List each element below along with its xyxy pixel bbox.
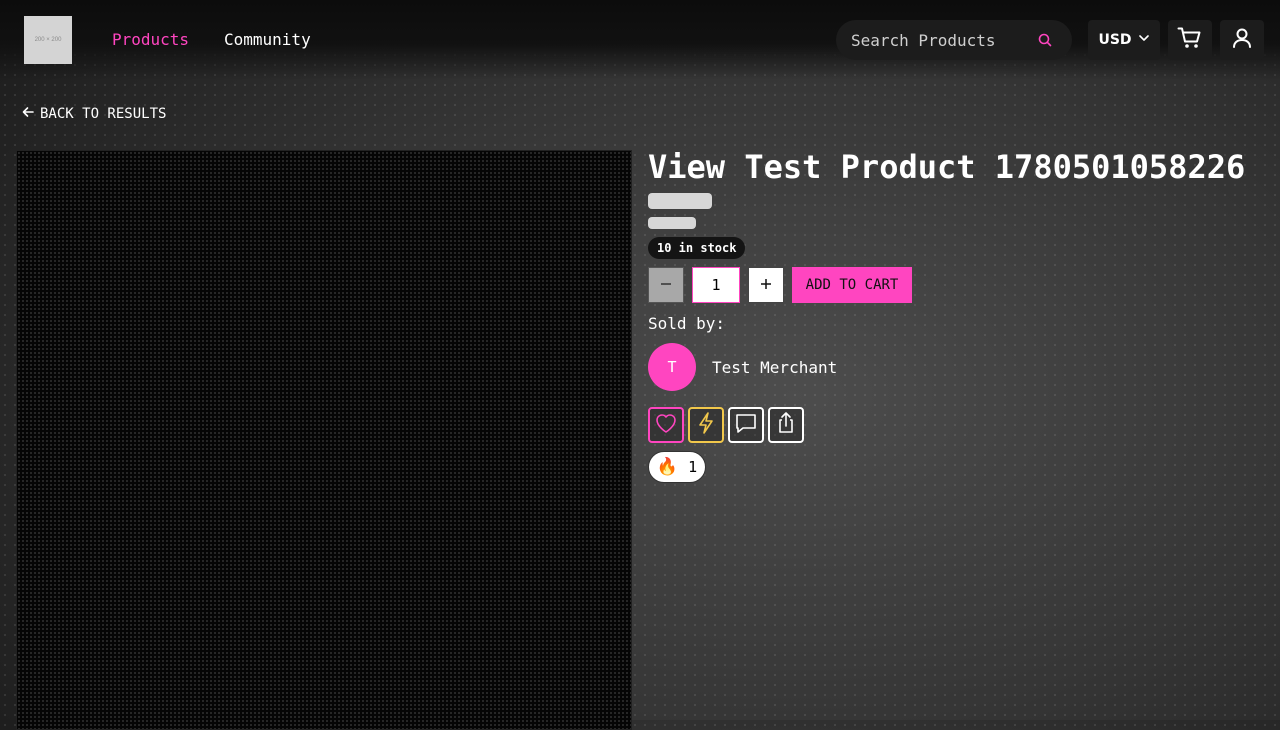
sold-by-label: Sold by: bbox=[648, 314, 726, 333]
search-bar bbox=[836, 20, 1072, 60]
favorite-button[interactable] bbox=[648, 407, 684, 443]
arrow-left-icon bbox=[22, 106, 34, 122]
fire-reaction-icon: 🔥 bbox=[656, 456, 679, 477]
comment-button[interactable] bbox=[728, 407, 764, 443]
product-image[interactable] bbox=[16, 150, 632, 730]
share-button[interactable] bbox=[768, 407, 804, 443]
quantity-decrease-button[interactable] bbox=[648, 267, 684, 303]
search-input[interactable] bbox=[836, 20, 1026, 60]
add-to-cart-button[interactable]: ADD TO CART bbox=[792, 267, 912, 303]
price-loading-placeholder bbox=[648, 193, 712, 209]
currency-label: USD bbox=[1098, 32, 1132, 48]
merchant-name[interactable]: Test Merchant bbox=[712, 358, 837, 377]
nav-link-products[interactable]: Products bbox=[112, 30, 189, 49]
chevron-down-icon bbox=[1138, 32, 1150, 48]
merchant-initial: T bbox=[667, 358, 677, 376]
currency-selector[interactable]: USD bbox=[1088, 20, 1160, 60]
cart-button[interactable] bbox=[1168, 20, 1212, 60]
share-icon bbox=[775, 411, 797, 439]
cart-icon bbox=[1177, 26, 1203, 54]
plus-icon bbox=[759, 276, 773, 295]
account-button[interactable] bbox=[1220, 20, 1264, 60]
reaction-count: 1 bbox=[688, 458, 698, 476]
product-title: View Test Product 1780501058226 bbox=[648, 148, 1246, 186]
search-icon[interactable] bbox=[1037, 32, 1053, 48]
comment-icon bbox=[734, 412, 758, 438]
merchant-avatar[interactable]: T bbox=[648, 343, 696, 391]
heart-icon bbox=[654, 412, 678, 438]
logo-placeholder-text: 200 × 200 bbox=[34, 37, 62, 43]
site-logo[interactable]: 200 × 200 bbox=[24, 16, 72, 64]
quantity-increase-button[interactable] bbox=[748, 267, 784, 303]
user-icon bbox=[1231, 27, 1253, 53]
back-link-label: BACK TO RESULTS bbox=[40, 106, 167, 122]
top-navigation-bar: 200 × 200 Products Community USD bbox=[0, 0, 1280, 80]
stock-badge: 10 in stock bbox=[648, 237, 746, 259]
quantity-input[interactable] bbox=[692, 267, 740, 303]
lightning-icon bbox=[695, 411, 717, 439]
subprice-loading-placeholder bbox=[648, 217, 696, 229]
nav-link-community[interactable]: Community bbox=[224, 30, 311, 49]
reaction-pill[interactable]: 🔥 1 bbox=[648, 451, 706, 483]
boost-button[interactable] bbox=[688, 407, 724, 443]
back-to-results-link[interactable]: BACK TO RESULTS bbox=[22, 106, 166, 122]
minus-icon bbox=[659, 276, 673, 295]
